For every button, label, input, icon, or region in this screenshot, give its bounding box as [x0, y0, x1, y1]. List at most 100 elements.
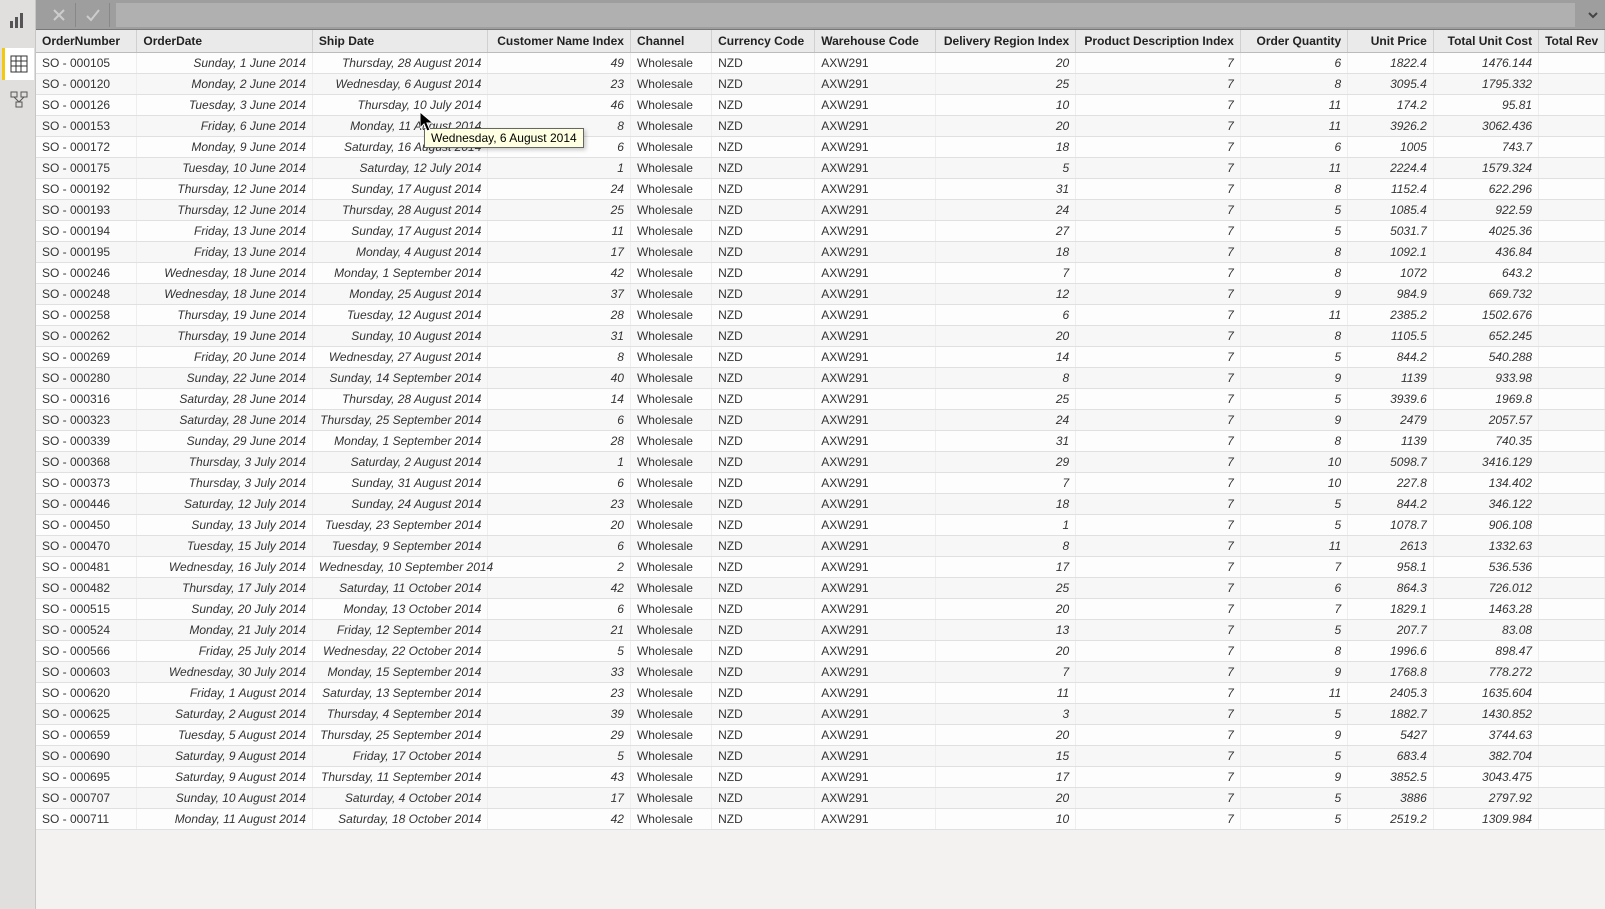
cell-totalCost[interactable]: 1635.604	[1433, 683, 1538, 704]
cell-qty[interactable]: 11	[1240, 536, 1347, 557]
cell-custIdx[interactable]: 6	[488, 410, 631, 431]
cell-custIdx[interactable]: 11	[488, 221, 631, 242]
cell-custIdx[interactable]: 20	[488, 515, 631, 536]
cell-orderDate[interactable]: Saturday, 12 July 2014	[137, 494, 312, 515]
cell-custIdx[interactable]: 5	[488, 641, 631, 662]
cell-orderNumber[interactable]: SO - 000373	[36, 473, 137, 494]
cell-totalRev[interactable]	[1539, 452, 1605, 473]
cell-warehouse[interactable]: AXW291	[815, 410, 936, 431]
cell-totalRev[interactable]	[1539, 305, 1605, 326]
cell-custIdx[interactable]: 39	[488, 704, 631, 725]
cell-qty[interactable]: 11	[1240, 116, 1347, 137]
cell-prodDesc[interactable]: 7	[1076, 746, 1241, 767]
cell-unitPrice[interactable]: 5098.7	[1348, 452, 1434, 473]
data-view-icon[interactable]	[2, 48, 34, 80]
cell-orderDate[interactable]: Friday, 20 June 2014	[137, 347, 312, 368]
cell-totalRev[interactable]	[1539, 410, 1605, 431]
table-row[interactable]: SO - 000620Friday, 1 August 2014Saturday…	[36, 683, 1605, 704]
cell-channel[interactable]: Wholesale	[630, 473, 711, 494]
cell-orderNumber[interactable]: SO - 000620	[36, 683, 137, 704]
cell-prodDesc[interactable]: 7	[1076, 515, 1241, 536]
cell-currency[interactable]: NZD	[712, 158, 815, 179]
cell-totalRev[interactable]	[1539, 74, 1605, 95]
table-row[interactable]: SO - 000470Tuesday, 15 July 2014Tuesday,…	[36, 536, 1605, 557]
cell-unitPrice[interactable]: 1882.7	[1348, 704, 1434, 725]
cell-prodDesc[interactable]: 7	[1076, 557, 1241, 578]
table-row[interactable]: SO - 000373Thursday, 3 July 2014Sunday, …	[36, 473, 1605, 494]
cell-totalCost[interactable]: 1463.28	[1433, 599, 1538, 620]
cell-currency[interactable]: NZD	[712, 116, 815, 137]
cell-unitPrice[interactable]: 1078.7	[1348, 515, 1434, 536]
cell-region[interactable]: 27	[935, 221, 1075, 242]
cell-totalCost[interactable]: 2057.57	[1433, 410, 1538, 431]
cell-prodDesc[interactable]: 7	[1076, 305, 1241, 326]
cell-orderDate[interactable]: Friday, 25 July 2014	[137, 641, 312, 662]
column-header-custIdx[interactable]: Customer Name Index	[488, 30, 631, 53]
cell-warehouse[interactable]: AXW291	[815, 200, 936, 221]
cell-qty[interactable]: 5	[1240, 221, 1347, 242]
cell-unitPrice[interactable]: 2405.3	[1348, 683, 1434, 704]
cell-warehouse[interactable]: AXW291	[815, 809, 936, 830]
cell-totalRev[interactable]	[1539, 788, 1605, 809]
commit-icon[interactable]	[76, 3, 110, 27]
cell-prodDesc[interactable]: 7	[1076, 725, 1241, 746]
column-header-unitPrice[interactable]: Unit Price	[1348, 30, 1434, 53]
cell-prodDesc[interactable]: 7	[1076, 221, 1241, 242]
table-row[interactable]: SO - 000153Friday, 6 June 2014Monday, 11…	[36, 116, 1605, 137]
cell-orderDate[interactable]: Sunday, 10 August 2014	[137, 788, 312, 809]
cell-warehouse[interactable]: AXW291	[815, 578, 936, 599]
table-row[interactable]: SO - 000105Sunday, 1 June 2014Thursday, …	[36, 53, 1605, 74]
cell-channel[interactable]: Wholesale	[630, 620, 711, 641]
cell-channel[interactable]: Wholesale	[630, 347, 711, 368]
column-header-prodDesc[interactable]: Product Description Index	[1076, 30, 1241, 53]
cell-custIdx[interactable]: 42	[488, 578, 631, 599]
cell-currency[interactable]: NZD	[712, 179, 815, 200]
column-header-totalCost[interactable]: Total Unit Cost	[1433, 30, 1538, 53]
cell-totalCost[interactable]: 540.288	[1433, 347, 1538, 368]
cell-unitPrice[interactable]: 844.2	[1348, 494, 1434, 515]
cell-shipDate[interactable]: Sunday, 10 August 2014	[312, 326, 487, 347]
cell-orderNumber[interactable]: SO - 000470	[36, 536, 137, 557]
cell-totalCost[interactable]: 1309.984	[1433, 809, 1538, 830]
cell-qty[interactable]: 10	[1240, 473, 1347, 494]
cell-totalRev[interactable]	[1539, 809, 1605, 830]
cell-warehouse[interactable]: AXW291	[815, 641, 936, 662]
cell-totalCost[interactable]: 83.08	[1433, 620, 1538, 641]
cell-totalCost[interactable]: 778.272	[1433, 662, 1538, 683]
cell-currency[interactable]: NZD	[712, 326, 815, 347]
cell-warehouse[interactable]: AXW291	[815, 263, 936, 284]
cell-qty[interactable]: 8	[1240, 179, 1347, 200]
cell-region[interactable]: 31	[935, 179, 1075, 200]
cell-unitPrice[interactable]: 2519.2	[1348, 809, 1434, 830]
cell-unitPrice[interactable]: 984.9	[1348, 284, 1434, 305]
cell-totalCost[interactable]: 1579.324	[1433, 158, 1538, 179]
cell-region[interactable]: 13	[935, 620, 1075, 641]
cell-channel[interactable]: Wholesale	[630, 452, 711, 473]
cell-region[interactable]: 24	[935, 410, 1075, 431]
cell-qty[interactable]: 8	[1240, 242, 1347, 263]
cell-channel[interactable]: Wholesale	[630, 368, 711, 389]
cell-shipDate[interactable]: Thursday, 28 August 2014	[312, 53, 487, 74]
cell-totalCost[interactable]: 622.296	[1433, 179, 1538, 200]
cell-custIdx[interactable]: 1	[488, 158, 631, 179]
cell-shipDate[interactable]: Sunday, 24 August 2014	[312, 494, 487, 515]
table-row[interactable]: SO - 000262Thursday, 19 June 2014Sunday,…	[36, 326, 1605, 347]
cell-unitPrice[interactable]: 2224.4	[1348, 158, 1434, 179]
cell-totalRev[interactable]	[1539, 389, 1605, 410]
cell-shipDate[interactable]: Saturday, 4 October 2014	[312, 788, 487, 809]
cell-totalCost[interactable]: 1332.63	[1433, 536, 1538, 557]
cell-warehouse[interactable]: AXW291	[815, 137, 936, 158]
table-row[interactable]: SO - 000482Thursday, 17 July 2014Saturda…	[36, 578, 1605, 599]
cell-orderNumber[interactable]: SO - 000262	[36, 326, 137, 347]
cell-orderNumber[interactable]: SO - 000269	[36, 347, 137, 368]
cell-warehouse[interactable]: AXW291	[815, 284, 936, 305]
cell-unitPrice[interactable]: 3939.6	[1348, 389, 1434, 410]
cell-totalCost[interactable]: 726.012	[1433, 578, 1538, 599]
cell-totalRev[interactable]	[1539, 599, 1605, 620]
cell-channel[interactable]: Wholesale	[630, 809, 711, 830]
cell-custIdx[interactable]: 5	[488, 746, 631, 767]
cell-currency[interactable]: NZD	[712, 200, 815, 221]
cell-orderDate[interactable]: Thursday, 3 July 2014	[137, 452, 312, 473]
cell-orderNumber[interactable]: SO - 000105	[36, 53, 137, 74]
cell-region[interactable]: 7	[935, 473, 1075, 494]
